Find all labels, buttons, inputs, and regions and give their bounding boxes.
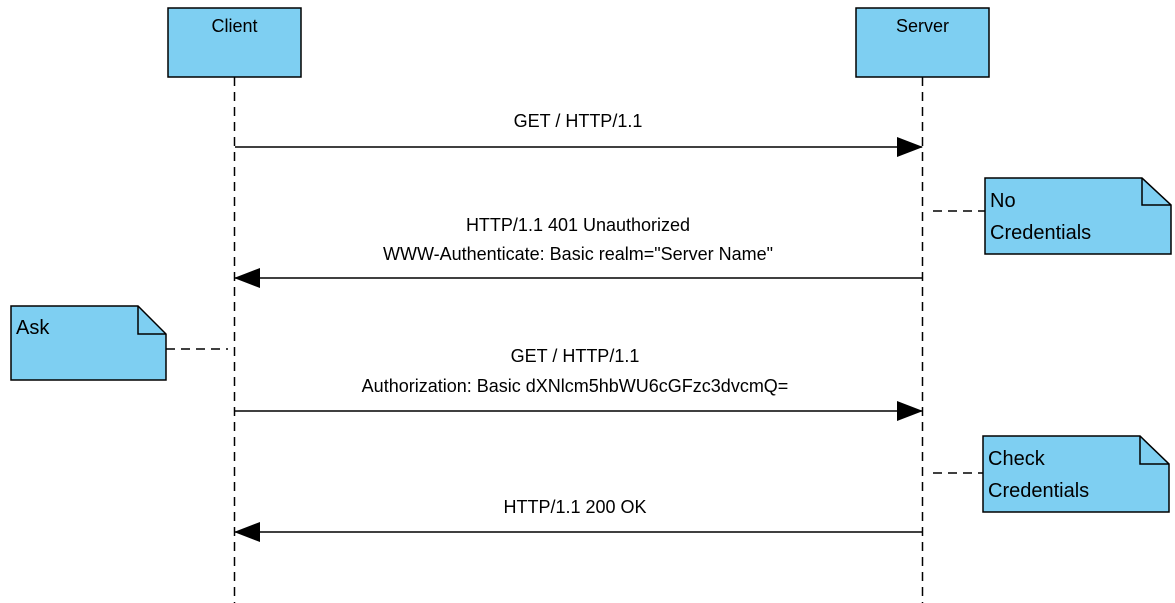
message-response-200: HTTP/1.1 200 OK (234, 497, 922, 542)
message-request-1: GET / HTTP/1.1 (235, 111, 923, 157)
message-response-200-label: HTTP/1.1 200 OK (503, 497, 646, 517)
participant-client-label: Client (211, 16, 257, 36)
message-response-401: HTTP/1.1 401 Unauthorized WWW-Authentica… (234, 215, 922, 288)
note-no-credentials: No Credentials (933, 177, 1172, 255)
note-no-credentials-line-1: No (990, 190, 1016, 212)
note-ask-label: Ask (16, 317, 50, 339)
message-request-1-label: GET / HTTP/1.1 (514, 111, 643, 131)
message-response-401-header: WWW-Authenticate: Basic realm="Server Na… (383, 244, 773, 264)
message-request-2-line: GET / HTTP/1.1 (511, 346, 640, 366)
note-no-credentials-line-2: Credentials (990, 222, 1091, 244)
participant-server-label: Server (896, 16, 949, 36)
message-request-2: GET / HTTP/1.1 Authorization: Basic dXNl… (235, 346, 923, 421)
note-check-credentials-line-2: Credentials (988, 480, 1089, 502)
sequence-diagram: Client Server GET / HTTP/1.1 HTTP/1.1 40… (10, 7, 1172, 603)
note-check-credentials-line-1: Check (988, 448, 1046, 470)
note-check-credentials: Check Credentials (933, 435, 1170, 513)
note-ask: Ask (10, 305, 228, 381)
participant-server: Server (855, 7, 990, 78)
message-request-2-header: Authorization: Basic dXNlcm5hbWU6cGFzc3d… (362, 376, 789, 396)
participant-client: Client (167, 7, 302, 78)
message-response-401-status: HTTP/1.1 401 Unauthorized (466, 215, 690, 235)
